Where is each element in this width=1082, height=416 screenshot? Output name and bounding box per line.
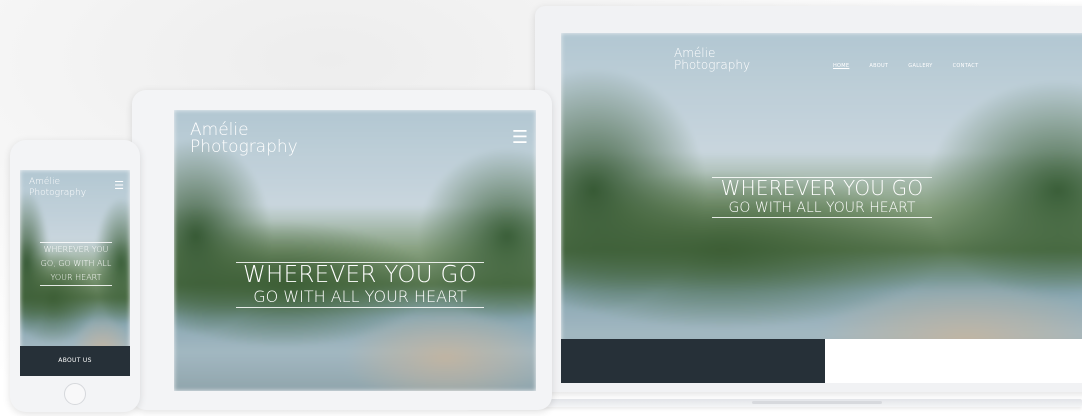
hero-rule-bottom [40, 285, 112, 286]
light-content-panel [825, 339, 1082, 383]
tablet-device: Amélie Photography ☰ WHEREVER YOU GO GO … [132, 90, 552, 410]
logo-line-2: Photography [674, 58, 751, 72]
laptop-screen: Amélie Photography HOME ABOUT GALLERY CO… [561, 33, 1082, 383]
site-logo[interactable]: Amélie Photography [29, 177, 86, 199]
laptop-device: Amélie Photography HOME ABOUT GALLERY CO… [535, 6, 1082, 392]
nav-item-contact[interactable]: CONTACT [953, 63, 979, 69]
hero-line-2: GO WITH ALL YOUR HEART [253, 287, 467, 306]
logo-line-2: Photography [29, 188, 87, 198]
hero-rule-bottom [712, 217, 932, 218]
main-nav: HOME ABOUT GALLERY CONTACT [833, 63, 978, 69]
nav-item-about[interactable]: ABOUT [869, 63, 888, 69]
hero-line-1: WHEREVER YOU GO [720, 176, 924, 200]
logo-line-2: Photography [190, 137, 298, 157]
tablet-screen: Amélie Photography ☰ WHEREVER YOU GO GO … [174, 110, 536, 391]
laptop-hinge [752, 401, 882, 404]
hero-rule-bottom [236, 307, 484, 308]
hero-line-2: GO WITH ALL YOUR HEART [728, 200, 916, 216]
hero-tagline: WHEREVER YOU GO, GO WITH ALL YOUR HEART [40, 242, 112, 286]
nav-item-home[interactable]: HOME [833, 63, 849, 69]
site-logo[interactable]: Amélie Photography [190, 122, 298, 156]
hero-line-2: GO, GO WITH ALL [40, 259, 112, 268]
hamburger-menu-icon[interactable]: ☰ [512, 129, 528, 147]
logo-line-1: Amélie [29, 177, 60, 187]
phone-device: Amélie Photography ☰ WHEREVER YOU GO, GO… [10, 140, 140, 412]
nav-item-gallery[interactable]: GALLERY [908, 63, 932, 69]
hamburger-menu-icon[interactable]: ☰ [114, 180, 124, 191]
laptop-base [468, 399, 1082, 407]
phone-screen: Amélie Photography ☰ WHEREVER YOU GO, GO… [20, 170, 130, 376]
about-us-button[interactable]: ABOUT US [20, 346, 130, 376]
dark-content-panel [561, 339, 825, 383]
hero-line-1: WHEREVER YOU [43, 245, 109, 254]
hero-tagline: WHEREVER YOU GO GO WITH ALL YOUR HEART [236, 262, 484, 308]
site-logo[interactable]: Amélie Photography [674, 47, 750, 71]
home-button[interactable] [64, 383, 86, 405]
hero-tagline: WHEREVER YOU GO GO WITH ALL YOUR HEART [712, 177, 932, 218]
hero-line-3: YOUR HEART [50, 273, 102, 282]
hero-line-1: WHEREVER YOU GO [242, 262, 478, 288]
